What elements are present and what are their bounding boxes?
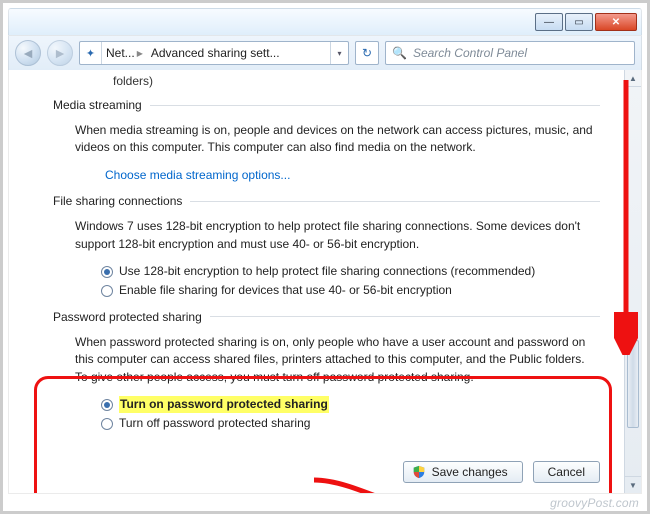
breadcrumb-dropdown[interactable]: ▾ [330,42,348,64]
radio-label: Turn on password protected sharing [119,396,329,413]
radio-turn-off-password-sharing[interactable]: Turn off password protected sharing [101,415,596,432]
close-button[interactable]: ✕ [595,13,637,31]
breadcrumb[interactable]: ✦ Net... ▶ Advanced sharing sett... ▾ [79,41,349,65]
client-area: folders) Media streaming When media stre… [8,70,642,494]
section-rule [150,105,600,106]
outer-frame: — ▭ ✕ ◄ ► ✦ Net... ▶ Advanced sharing se… [0,0,650,514]
button-label: Save changes [432,465,508,479]
watermark: groovyPost.com [550,496,639,510]
window-titlebar: — ▭ ✕ [8,8,642,36]
chevron-up-icon: ▲ [629,74,637,83]
section-password-protected-sharing: Password protected sharing When password… [53,310,600,433]
radio-128bit-encryption[interactable]: Use 128-bit encryption to help protect f… [101,263,596,280]
button-row: Save changes Cancel [403,461,600,483]
location-icon: ✦ [80,42,102,64]
radio-label: Turn off password protected sharing [119,415,310,432]
address-bar: ◄ ► ✦ Net... ▶ Advanced sharing sett... … [8,36,642,70]
scrollbar-thumb[interactable] [627,340,639,428]
content-pane: folders) Media streaming When media stre… [9,70,624,493]
search-placeholder: Search Control Panel [413,46,527,60]
breadcrumb-seg-advanced[interactable]: Advanced sharing sett... [147,42,330,64]
minimize-button[interactable]: — [535,13,563,31]
uac-shield-icon [412,465,426,479]
refresh-icon: ↻ [362,46,372,60]
media-streaming-options-link[interactable]: Choose media streaming options... [105,168,290,182]
chevron-right-icon: ▶ [137,49,143,58]
section-title: File sharing connections [53,194,182,208]
scroll-down-button[interactable]: ▼ [625,476,641,493]
minimize-icon: — [544,17,554,28]
clipped-text: folders) [53,74,600,88]
section-description: When media streaming is on, people and d… [75,122,596,157]
section-title: Password protected sharing [53,310,202,324]
breadcrumb-label: Advanced sharing sett... [151,46,280,60]
maximize-button[interactable]: ▭ [565,13,593,31]
search-input[interactable]: 🔍 Search Control Panel [385,41,635,65]
section-media-streaming: Media streaming When media streaming is … [53,98,600,184]
section-title: Media streaming [53,98,142,112]
radio-icon [101,285,113,297]
cancel-button[interactable]: Cancel [533,461,600,483]
radio-label: Enable file sharing for devices that use… [119,282,452,299]
back-arrow-icon: ◄ [21,45,35,61]
radio-icon [101,399,113,411]
maximize-icon: ▭ [574,17,583,28]
back-button[interactable]: ◄ [15,40,41,66]
refresh-button[interactable]: ↻ [355,41,379,65]
chevron-down-icon: ▼ [629,481,637,490]
radio-icon [101,418,113,430]
vertical-scrollbar[interactable]: ▲ ▼ [624,70,641,493]
search-icon: 🔍 [392,46,407,60]
button-label: Cancel [548,465,585,479]
section-rule [210,316,600,317]
section-description: Windows 7 uses 128-bit encryption to hel… [75,218,596,253]
section-rule [190,201,600,202]
chevron-down-icon: ▾ [337,49,341,58]
close-icon: ✕ [612,17,620,28]
save-changes-button[interactable]: Save changes [403,461,523,483]
radio-40-56bit-encryption[interactable]: Enable file sharing for devices that use… [101,282,596,299]
forward-button[interactable]: ► [47,40,73,66]
radio-turn-on-password-sharing[interactable]: Turn on password protected sharing [101,396,596,413]
section-description: When password protected sharing is on, o… [75,334,596,386]
radio-label: Use 128-bit encryption to help protect f… [119,263,535,280]
section-file-sharing: File sharing connections Windows 7 uses … [53,194,600,300]
breadcrumb-seg-network[interactable]: Net... ▶ [102,42,147,64]
radio-icon [101,266,113,278]
scroll-up-button[interactable]: ▲ [625,70,641,87]
forward-arrow-icon: ► [53,45,67,61]
breadcrumb-label: Net... [106,46,135,60]
